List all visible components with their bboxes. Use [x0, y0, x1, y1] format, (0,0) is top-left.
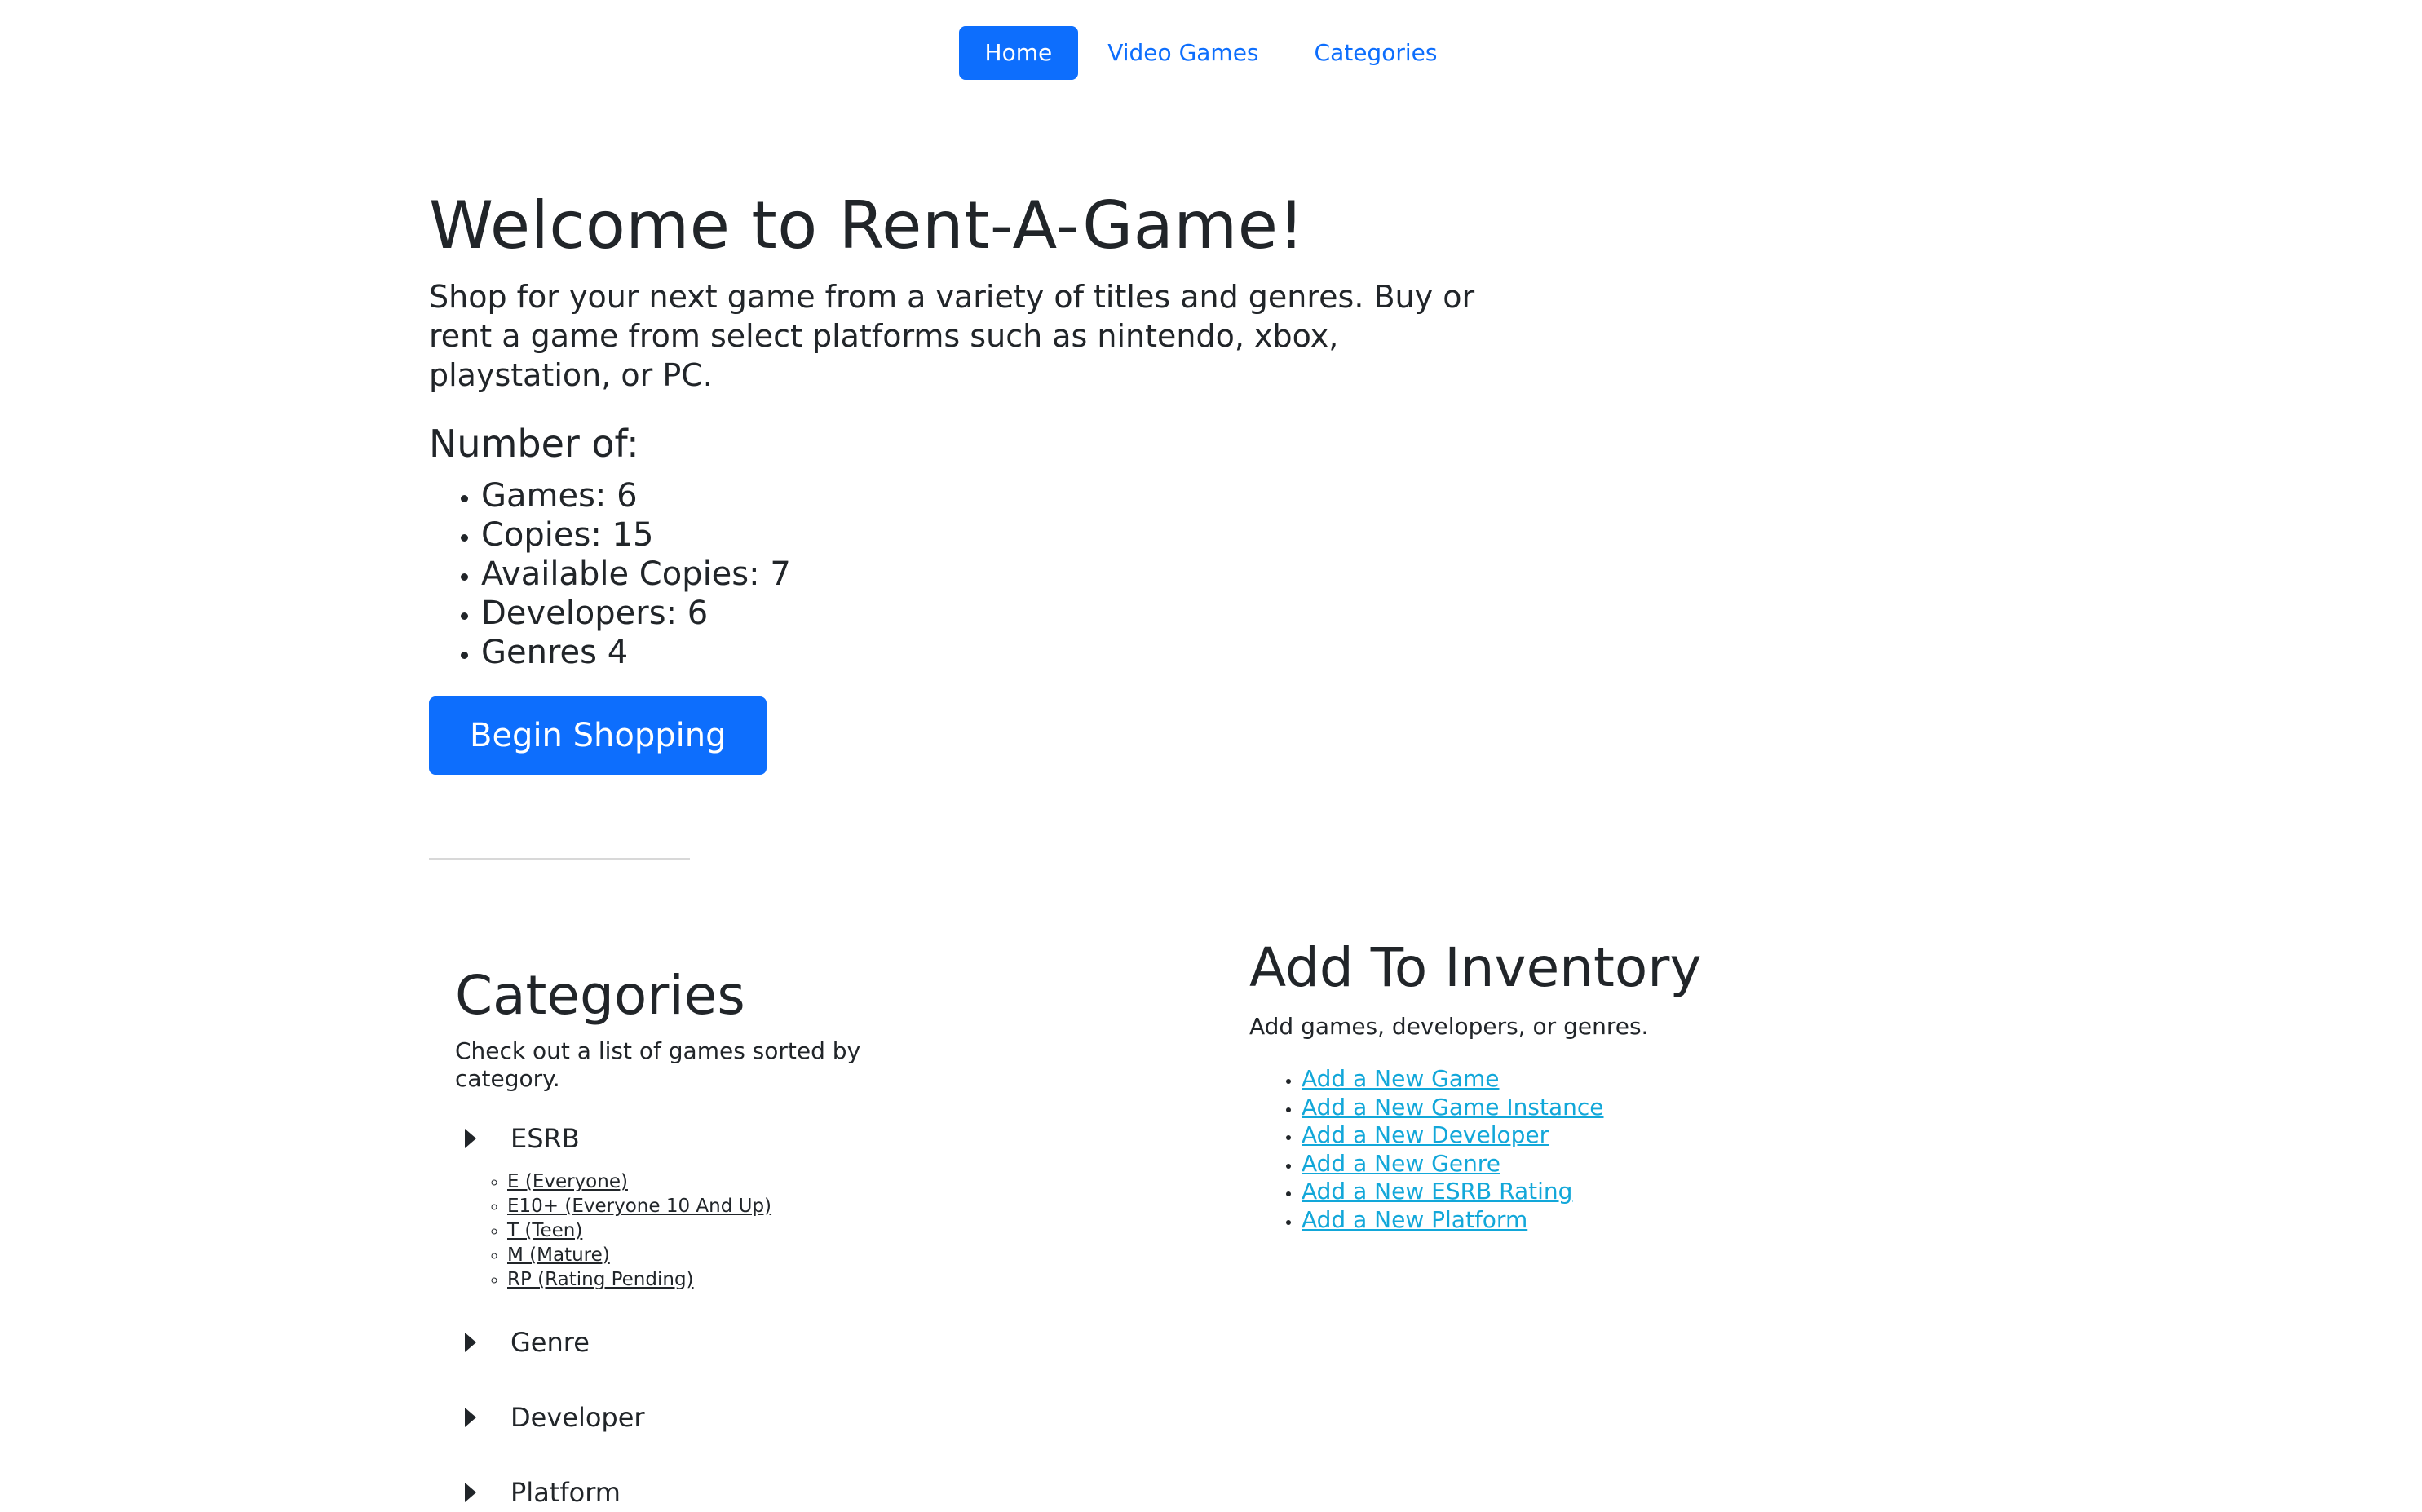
categories-description: Check out a list of games sorted by cate…: [455, 1037, 861, 1092]
developer-label: Developer: [510, 1402, 645, 1433]
genre-toggle[interactable]: Genre: [455, 1326, 912, 1359]
begin-shopping-button[interactable]: Begin Shopping: [429, 696, 767, 775]
list-item: Add a New Developer: [1302, 1121, 1983, 1150]
list-item: T (Teen): [507, 1218, 912, 1243]
esrb-list: E (Everyone) E10+ (Everyone 10 And Up) T…: [455, 1169, 912, 1292]
stat-available-copies: Available Copies: 7: [481, 555, 1481, 594]
inventory-title: Add To Inventory: [1249, 936, 1702, 999]
esrb-link-e10[interactable]: E10+ (Everyone 10 And Up): [507, 1196, 771, 1217]
categories-section: Categories Check out a list of games sor…: [455, 962, 912, 1509]
list-item: M (Mature): [507, 1243, 912, 1267]
stat-copies: Copies: 15: [481, 515, 1481, 555]
platform-toggle[interactable]: Platform: [455, 1476, 912, 1509]
top-nav: Home Video Games Categories: [0, 26, 2422, 80]
divider: [429, 858, 690, 860]
count-heading: Number of:: [429, 422, 639, 466]
caret-right-icon: [465, 1333, 476, 1352]
list-item: Add a New Game: [1302, 1065, 1983, 1094]
platform-label: Platform: [510, 1477, 621, 1508]
list-item: Add a New Platform: [1302, 1206, 1983, 1235]
stat-games: Games: 6: [481, 476, 1481, 515]
esrb-toggle[interactable]: ESRB: [455, 1122, 912, 1155]
esrb-label: ESRB: [510, 1123, 580, 1154]
category-group-developer: Developer: [455, 1401, 912, 1434]
inventory-links: Add a New Game Add a New Game Instance A…: [1249, 1065, 1983, 1234]
caret-right-icon: [465, 1129, 476, 1148]
add-game-link[interactable]: Add a New Game: [1302, 1065, 1500, 1092]
caret-right-icon: [465, 1483, 476, 1502]
list-item: Add a New Game Instance: [1302, 1094, 1983, 1122]
list-item: E10+ (Everyone 10 And Up): [507, 1194, 912, 1218]
caret-right-icon: [465, 1408, 476, 1427]
esrb-link-e[interactable]: E (Everyone): [507, 1171, 628, 1192]
add-platform-link[interactable]: Add a New Platform: [1302, 1206, 1527, 1233]
add-developer-link[interactable]: Add a New Developer: [1302, 1121, 1549, 1148]
list-item: Add a New Genre: [1302, 1150, 1983, 1178]
nav-video-games[interactable]: Video Games: [1081, 26, 1284, 80]
esrb-link-m[interactable]: M (Mature): [507, 1245, 610, 1266]
category-group-platform: Platform: [455, 1476, 912, 1509]
list-item: RP (Rating Pending): [507, 1267, 912, 1292]
developer-toggle[interactable]: Developer: [455, 1401, 912, 1434]
page-title: Welcome to Rent-A-Game!: [429, 188, 1305, 263]
list-item: E (Everyone): [507, 1169, 912, 1194]
add-esrb-rating-link[interactable]: Add a New ESRB Rating: [1302, 1178, 1572, 1205]
esrb-link-t[interactable]: T (Teen): [507, 1220, 582, 1241]
stat-developers: Developers: 6: [481, 594, 1481, 633]
nav-categories[interactable]: Categories: [1288, 26, 1464, 80]
genre-label: Genre: [510, 1327, 590, 1358]
inventory-section: Add To Inventory Add games, developers, …: [1249, 935, 1983, 1234]
hero-section: Welcome to Rent-A-Game! Shop for your ne…: [429, 186, 1481, 775]
inventory-description: Add games, developers, or genres.: [1249, 1013, 1649, 1040]
add-genre-link[interactable]: Add a New Genre: [1302, 1150, 1500, 1177]
add-game-instance-link[interactable]: Add a New Game Instance: [1302, 1094, 1604, 1121]
list-item: Add a New ESRB Rating: [1302, 1178, 1983, 1206]
nav-home[interactable]: Home: [958, 26, 1079, 80]
stat-genres: Genres 4: [481, 633, 1481, 672]
stats-list: Games: 6 Copies: 15 Available Copies: 7 …: [429, 476, 1481, 672]
intro-text: Shop for your next game from a variety o…: [429, 279, 1475, 393]
category-group-esrb: ESRB E (Everyone) E10+ (Everyone 10 And …: [455, 1122, 912, 1292]
page: Home Video Games Categories Welcome to R…: [0, 0, 2422, 1512]
category-group-genre: Genre: [455, 1326, 912, 1359]
categories-title: Categories: [455, 964, 745, 1027]
esrb-link-rp[interactable]: RP (Rating Pending): [507, 1269, 694, 1290]
